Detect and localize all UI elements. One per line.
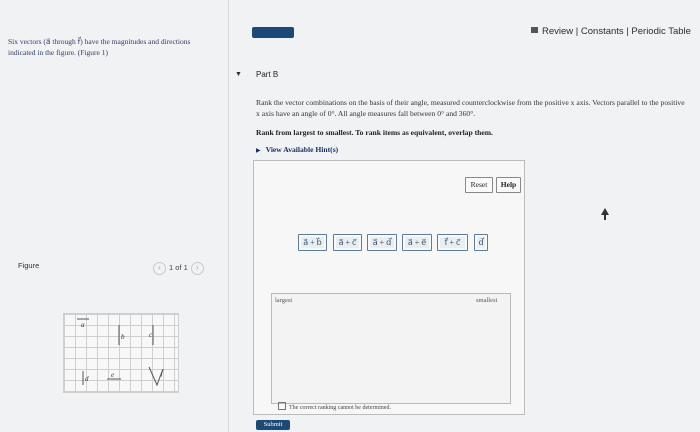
hint-link-label[interactable]: View Available Hint(s)	[266, 145, 339, 154]
part-title: Part B	[256, 70, 279, 79]
resource-links[interactable]: Review | Constants | Periodic Table	[531, 26, 691, 37]
hint-arrow-icon: ▶	[256, 148, 261, 154]
submit-button[interactable]: Submit	[256, 420, 290, 430]
rank-instruction: Rank from largest to smallest. To rank i…	[256, 128, 493, 137]
cannot-determine-label: The correct ranking cannot be determined…	[289, 405, 391, 411]
chip-a-plus-b[interactable]: a⃗ + b⃗	[298, 234, 327, 251]
figure-label: Figure	[18, 261, 40, 270]
reset-button[interactable]: Reset	[465, 177, 493, 193]
next-figure-icon[interactable]: ›	[190, 262, 204, 275]
chip-a-plus-c[interactable]: a⃗ + c⃗	[333, 234, 362, 251]
intro-text: Six vectors (a⃗ through f⃗) have the mag…	[8, 37, 191, 57]
vector-figure-drawing: a⃗ b⃗ c⃗ d⃗ e⃗ f⃗	[77, 318, 168, 387]
chip-a-plus-d[interactable]: a⃗ + d⃗	[367, 234, 397, 251]
top-submit-button[interactable]	[252, 27, 294, 38]
chip-d[interactable]: d⃗	[474, 234, 488, 251]
vector-b-label: b⃗	[121, 333, 130, 341]
help-button[interactable]: Help	[496, 177, 521, 193]
smallest-label: smallest	[476, 297, 498, 304]
cannot-determine-checkbox[interactable]	[278, 402, 286, 410]
chip-a-plus-e[interactable]: a⃗ + e⃗	[402, 234, 432, 251]
vector-f-label: f⃗	[161, 369, 168, 377]
cannot-determine-option[interactable]: The correct ranking cannot be determined…	[278, 402, 391, 411]
review-icon	[531, 27, 538, 33]
question-text: Rank the vector combinations on the basi…	[256, 98, 685, 118]
vector-d-label: d⃗	[85, 375, 94, 383]
collapse-arrow-icon[interactable]: ▼	[235, 70, 242, 78]
prev-figure-icon[interactable]: ‹	[153, 262, 166, 275]
panel-divider	[228, 0, 229, 432]
resource-links-text[interactable]: Review | Constants | Periodic Table	[542, 26, 691, 37]
vector-e-label: e⃗	[111, 371, 120, 379]
figure-pager: ‹ 1 of 1 ›	[150, 262, 207, 275]
mouse-cursor-icon	[601, 208, 609, 220]
pager-text: 1 of 1	[169, 263, 188, 272]
view-hints-link[interactable]: ▶ View Available Hint(s)	[256, 145, 338, 154]
vector-a-label: a⃗	[81, 321, 90, 329]
chip-f-plus-c[interactable]: f⃗ + c⃗	[437, 234, 468, 251]
largest-label: largest	[275, 297, 293, 304]
ranking-drop-zone[interactable]	[271, 293, 511, 404]
vector-c-label: c⃗	[149, 331, 158, 339]
